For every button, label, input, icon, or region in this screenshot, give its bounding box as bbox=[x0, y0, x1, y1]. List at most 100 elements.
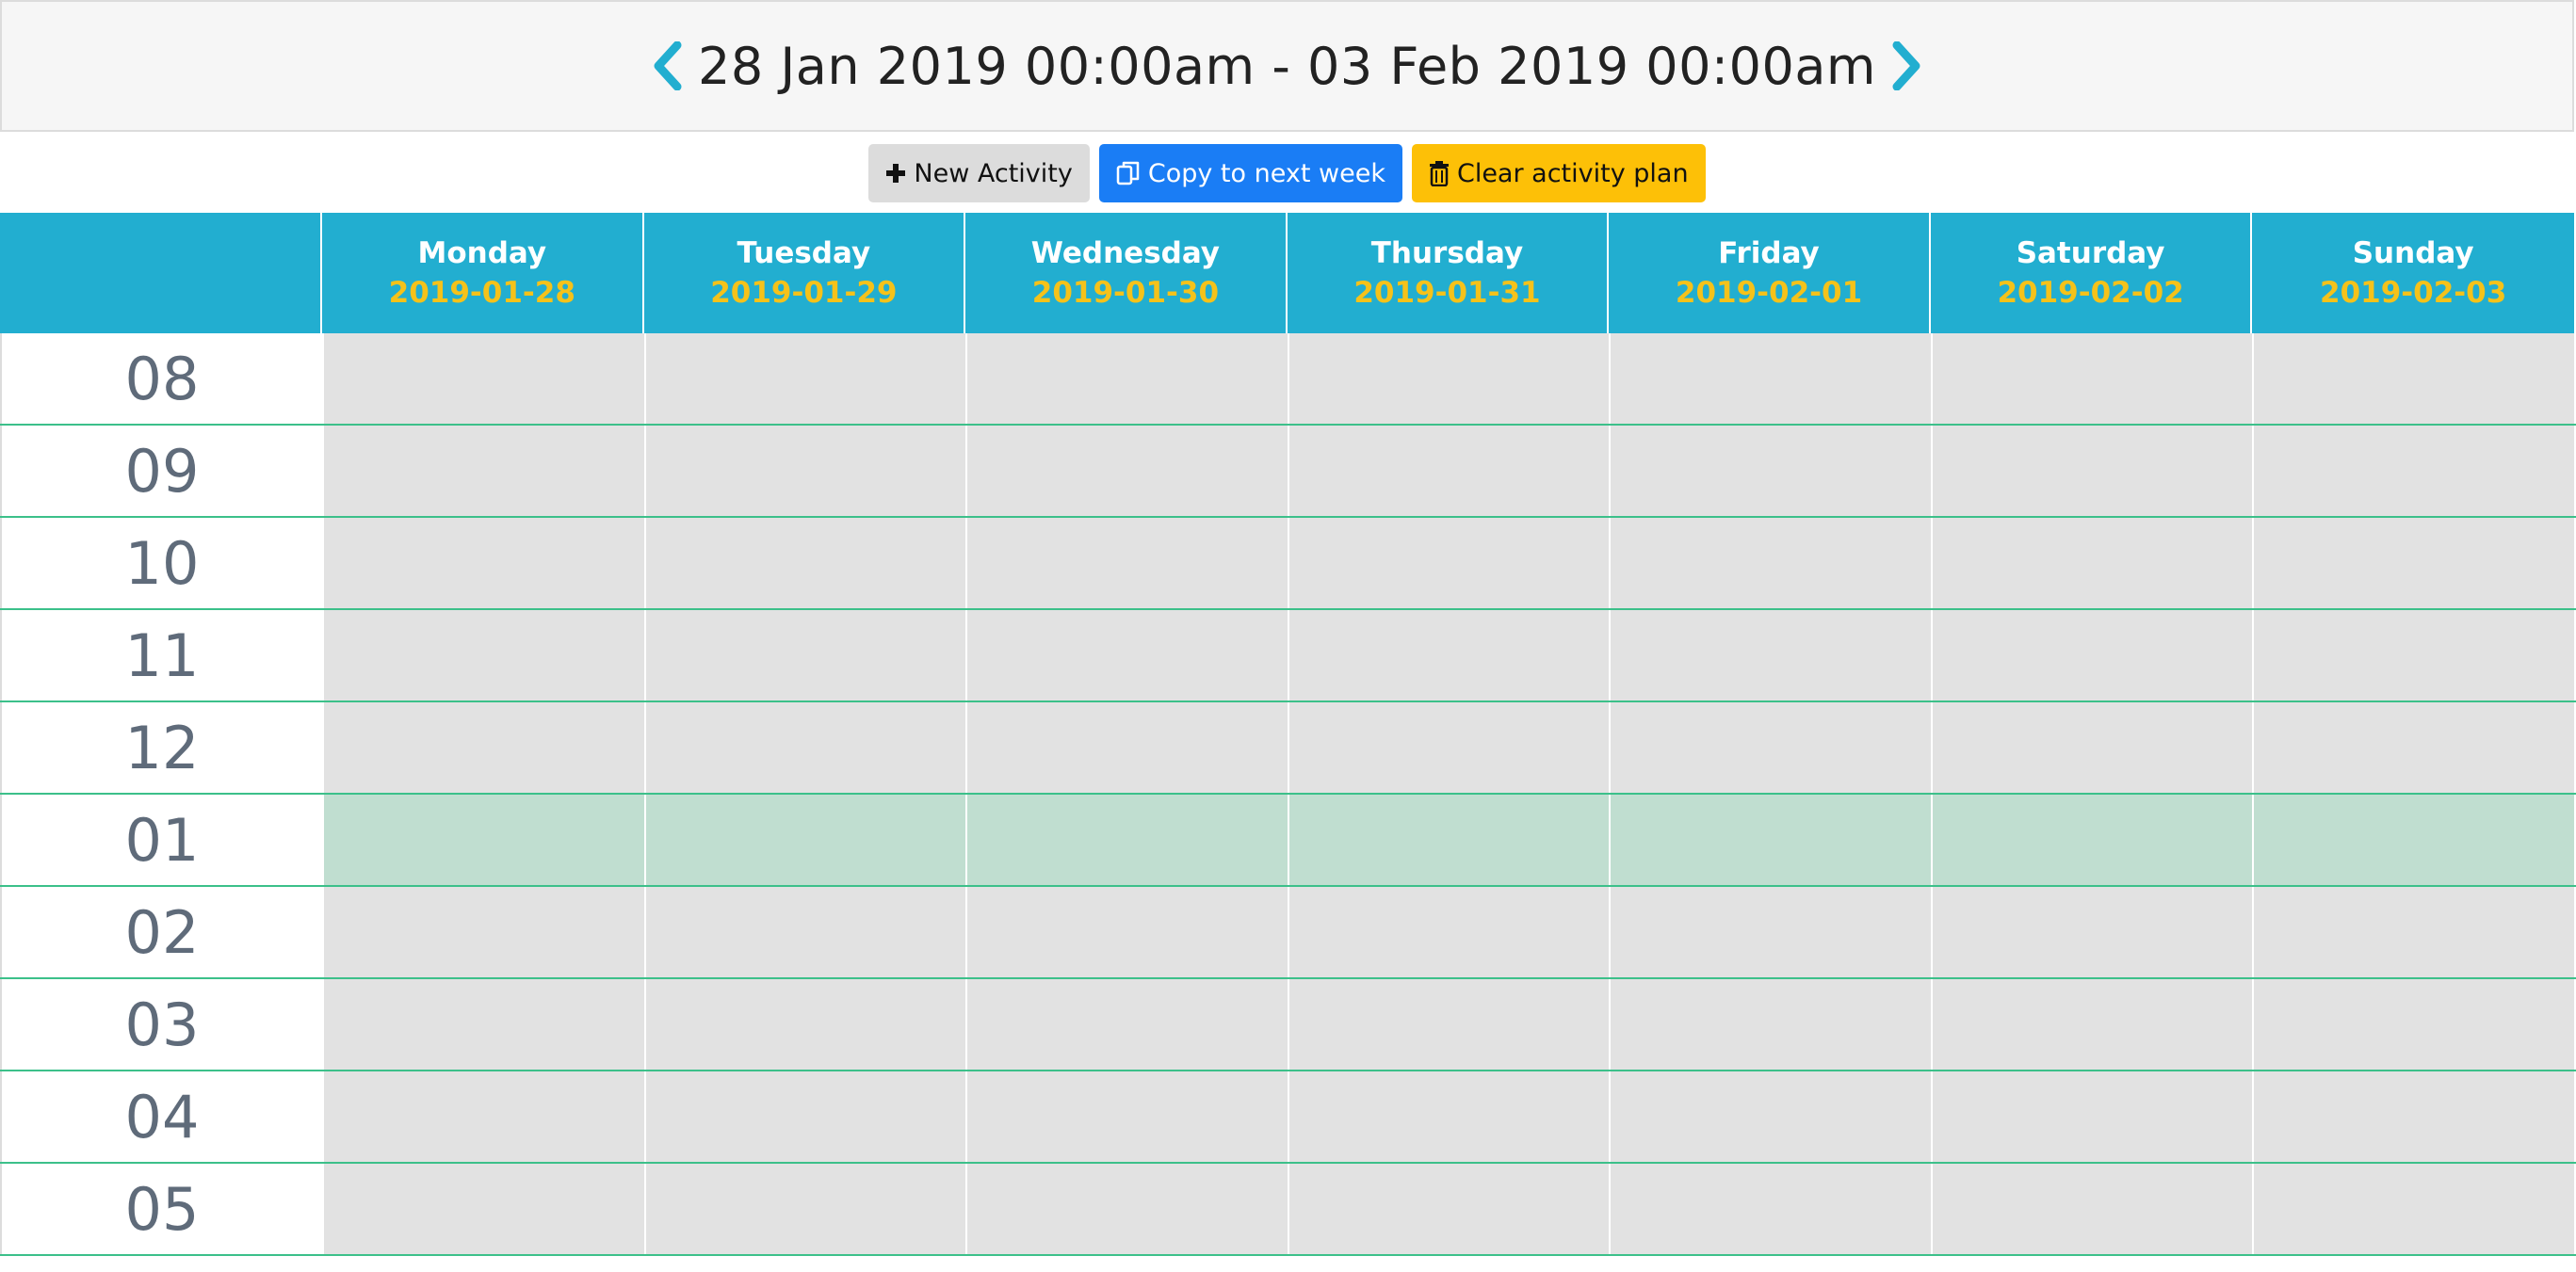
hour-label: 04 bbox=[0, 1071, 322, 1162]
time-slot-tuesday[interactable] bbox=[643, 702, 966, 793]
time-slot-monday[interactable] bbox=[322, 518, 644, 608]
chevron-right-icon bbox=[1892, 41, 1920, 90]
time-slot-monday[interactable] bbox=[322, 979, 644, 1070]
clear-activity-plan-button[interactable]: Clear activity plan bbox=[1411, 144, 1706, 202]
day-date: 2019-01-29 bbox=[710, 276, 898, 310]
time-slot-tuesday[interactable] bbox=[643, 1164, 966, 1254]
time-slot-friday[interactable] bbox=[1609, 333, 1931, 424]
chevron-left-icon bbox=[654, 41, 682, 90]
time-slot-thursday[interactable] bbox=[1287, 1164, 1610, 1254]
time-slot-friday[interactable] bbox=[1609, 702, 1931, 793]
time-slot-monday[interactable] bbox=[322, 1164, 644, 1254]
next-week-button[interactable] bbox=[1887, 38, 1927, 94]
hour-row: 11 bbox=[0, 610, 2576, 702]
day-name: Wednesday bbox=[1030, 236, 1221, 270]
date-range-title: 28 Jan 2019 00:00am - 03 Feb 2019 00:00a… bbox=[697, 36, 1877, 96]
time-slot-wednesday[interactable] bbox=[965, 333, 1288, 424]
hour-row: 02 bbox=[0, 887, 2576, 979]
time-slot-friday[interactable] bbox=[1609, 518, 1931, 608]
time-slot-sunday[interactable] bbox=[2252, 518, 2574, 608]
time-slot-monday[interactable] bbox=[322, 333, 644, 424]
calendar-corner-cell bbox=[0, 213, 322, 333]
time-slot-friday[interactable] bbox=[1609, 979, 1931, 1070]
calendar-header-row: Monday 2019-01-28 Tuesday 2019-01-29 Wednesd… bbox=[0, 213, 2574, 333]
time-slot-monday[interactable] bbox=[322, 702, 644, 793]
time-slot-saturday[interactable] bbox=[1930, 1071, 2253, 1162]
time-slot-wednesday[interactable] bbox=[965, 979, 1288, 1070]
hour-row: 01 bbox=[0, 795, 2576, 887]
time-slot-sunday[interactable] bbox=[2252, 795, 2574, 885]
time-slot-tuesday[interactable] bbox=[643, 887, 966, 977]
time-slot-tuesday[interactable] bbox=[643, 333, 966, 424]
time-slot-monday[interactable] bbox=[322, 426, 644, 516]
time-slot-saturday[interactable] bbox=[1930, 702, 2253, 793]
time-slot-saturday[interactable] bbox=[1930, 979, 2253, 1070]
time-slot-saturday[interactable] bbox=[1930, 887, 2253, 977]
time-slot-wednesday[interactable] bbox=[965, 1164, 1288, 1254]
time-slot-friday[interactable] bbox=[1609, 1164, 1931, 1254]
time-slot-sunday[interactable] bbox=[2252, 979, 2574, 1070]
hour-label: 09 bbox=[0, 426, 322, 516]
time-slot-thursday[interactable] bbox=[1287, 518, 1610, 608]
time-slot-thursday[interactable] bbox=[1287, 1071, 1610, 1162]
hour-label: 12 bbox=[0, 702, 322, 793]
time-slot-friday[interactable] bbox=[1609, 610, 1931, 700]
time-slot-tuesday[interactable] bbox=[643, 795, 966, 885]
time-slot-tuesday[interactable] bbox=[643, 979, 966, 1070]
day-name: Thursday bbox=[1370, 236, 1524, 270]
time-slot-friday[interactable] bbox=[1609, 1071, 1931, 1162]
new-activity-label: New Activity bbox=[914, 158, 1073, 188]
time-slot-saturday[interactable] bbox=[1930, 518, 2253, 608]
time-slot-wednesday[interactable] bbox=[965, 1071, 1288, 1162]
day-header-thursday: Thursday 2019-01-31 bbox=[1288, 213, 1610, 333]
time-slot-sunday[interactable] bbox=[2252, 610, 2574, 700]
new-activity-button[interactable]: New Activity bbox=[868, 144, 1090, 202]
time-slot-thursday[interactable] bbox=[1287, 426, 1610, 516]
time-slot-saturday[interactable] bbox=[1930, 610, 2253, 700]
time-slot-wednesday[interactable] bbox=[965, 702, 1288, 793]
day-name: Friday bbox=[1718, 236, 1820, 270]
time-slot-wednesday[interactable] bbox=[965, 518, 1288, 608]
time-slot-thursday[interactable] bbox=[1287, 610, 1610, 700]
time-slot-thursday[interactable] bbox=[1287, 333, 1610, 424]
time-slot-tuesday[interactable] bbox=[643, 1071, 966, 1162]
time-slot-wednesday[interactable] bbox=[965, 610, 1288, 700]
activity-planner-page: 28 Jan 2019 00:00am - 03 Feb 2019 00:00a… bbox=[0, 0, 2576, 1272]
time-slot-saturday[interactable] bbox=[1930, 333, 2253, 424]
hour-label: 10 bbox=[0, 518, 322, 608]
time-slot-thursday[interactable] bbox=[1287, 979, 1610, 1070]
time-slot-tuesday[interactable] bbox=[643, 518, 966, 608]
prev-week-button[interactable] bbox=[647, 38, 687, 94]
time-slot-monday[interactable] bbox=[322, 887, 644, 977]
time-slot-tuesday[interactable] bbox=[643, 426, 966, 516]
time-slot-monday[interactable] bbox=[322, 795, 644, 885]
time-slot-wednesday[interactable] bbox=[965, 426, 1288, 516]
time-slot-thursday[interactable] bbox=[1287, 887, 1610, 977]
time-slot-friday[interactable] bbox=[1609, 795, 1931, 885]
time-slot-wednesday[interactable] bbox=[965, 795, 1288, 885]
hour-label: 11 bbox=[0, 610, 322, 700]
time-slot-monday[interactable] bbox=[322, 1071, 644, 1162]
time-slot-sunday[interactable] bbox=[2252, 702, 2574, 793]
hour-row: 08 bbox=[0, 333, 2576, 426]
time-slot-sunday[interactable] bbox=[2252, 887, 2574, 977]
time-slot-thursday[interactable] bbox=[1287, 795, 1610, 885]
time-slot-saturday[interactable] bbox=[1930, 795, 2253, 885]
time-slot-saturday[interactable] bbox=[1930, 1164, 2253, 1254]
time-slot-friday[interactable] bbox=[1609, 887, 1931, 977]
time-slot-wednesday[interactable] bbox=[965, 887, 1288, 977]
day-date: 2019-02-02 bbox=[1997, 276, 2184, 310]
time-slot-sunday[interactable] bbox=[2252, 1071, 2574, 1162]
time-slot-friday[interactable] bbox=[1609, 426, 1931, 516]
time-slot-monday[interactable] bbox=[322, 610, 644, 700]
time-slot-sunday[interactable] bbox=[2252, 1164, 2574, 1254]
copy-to-next-week-button[interactable]: Copy to next week bbox=[1098, 144, 1402, 202]
day-date: 2019-01-30 bbox=[1031, 276, 1220, 310]
time-slot-sunday[interactable] bbox=[2252, 333, 2574, 424]
day-header-sunday: Sunday 2019-02-03 bbox=[2252, 213, 2574, 333]
time-slot-saturday[interactable] bbox=[1930, 426, 2253, 516]
day-name: Saturday bbox=[2016, 236, 2165, 270]
time-slot-thursday[interactable] bbox=[1287, 702, 1610, 793]
time-slot-sunday[interactable] bbox=[2252, 426, 2574, 516]
time-slot-tuesday[interactable] bbox=[643, 610, 966, 700]
